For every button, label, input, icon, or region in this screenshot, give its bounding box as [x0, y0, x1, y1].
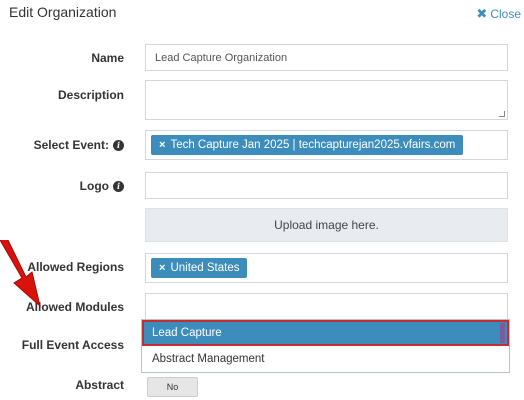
allowed-regions-multiselect[interactable]: × United States — [145, 253, 508, 283]
edit-organization-modal: Edit Organization ✖ Close Name Lead Capt… — [0, 0, 524, 400]
modal-title: Edit Organization — [9, 4, 117, 20]
close-icon[interactable]: ✖ — [476, 6, 487, 22]
annotation-arrow-icon — [0, 240, 41, 308]
dropdown-option-lead-capture[interactable]: Lead Capture — [142, 320, 509, 346]
modules-dropdown: Lead Capture Abstract Management — [141, 319, 510, 373]
region-tag: × United States — [151, 258, 248, 278]
close-button[interactable]: ✖ Close — [476, 6, 521, 22]
allowed-modules-multiselect[interactable] — [145, 293, 508, 320]
abstract-toggle[interactable]: No — [147, 377, 198, 397]
remove-tag-icon[interactable]: × — [159, 139, 165, 151]
region-tag-label: United States — [170, 262, 240, 274]
logo-input[interactable] — [145, 172, 508, 199]
abstract-label: Abstract — [75, 378, 124, 392]
description-textarea[interactable] — [145, 80, 508, 120]
resize-grip-icon[interactable] — [499, 111, 505, 117]
name-label: Name — [91, 51, 124, 65]
description-label: Description — [57, 88, 124, 102]
upload-dropzone[interactable]: Upload image here. — [145, 208, 508, 242]
event-tag: × Tech Capture Jan 2025 | techcapturejan… — [151, 135, 464, 155]
event-tag-label: Tech Capture Jan 2025 | techcapturejan20… — [170, 139, 456, 151]
full-event-access-label: Full Event Access — [21, 338, 124, 352]
select-event-label: Select Event: i — [0, 137, 124, 153]
option-accent-stripe — [500, 323, 505, 343]
logo-label: Logo i — [0, 178, 124, 194]
info-icon: i — [113, 180, 124, 192]
dropdown-option-abstract-management[interactable]: Abstract Management — [142, 346, 509, 372]
info-icon: i — [113, 139, 124, 151]
remove-tag-icon[interactable]: × — [159, 262, 165, 274]
close-label[interactable]: Close — [490, 7, 521, 21]
name-input[interactable]: Lead Capture Organization — [145, 44, 508, 71]
select-event-multiselect[interactable]: × Tech Capture Jan 2025 | techcapturejan… — [145, 130, 508, 160]
